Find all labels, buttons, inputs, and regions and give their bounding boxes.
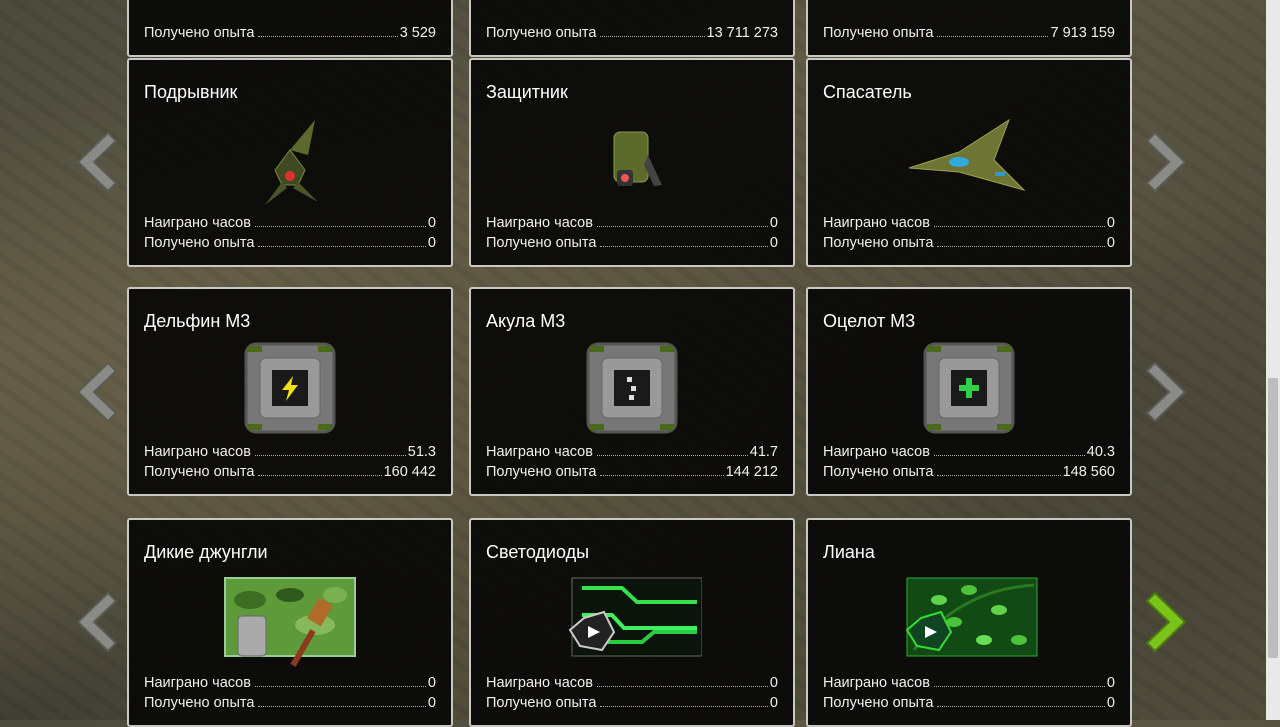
stats-card: Оцелот М3 Наиграно часов 40.3 Получено оп… — [806, 287, 1132, 496]
vertical-scrollbar[interactable] — [1266, 0, 1280, 720]
stats-card: Защитник Наиграно часов 0 Получено опыта 0 — [469, 58, 795, 267]
card-title: Спасатель — [823, 82, 912, 102]
card-title: Акула М3 — [486, 311, 566, 331]
stats-card: Получено опыта 13 711 273 — [469, 0, 795, 57]
card-title: Лиана — [823, 542, 875, 562]
card-title: Светодиоды — [486, 542, 590, 562]
card-title: Дикие джунгли — [144, 542, 268, 562]
paint-liana-icon — [905, 577, 1038, 657]
exp-stat: Получено опыта 0 — [823, 695, 1115, 711]
hours-stat: Наиграно часов 0 — [486, 215, 778, 231]
paint-jungle-icon — [224, 577, 356, 667]
next-arrow-icon[interactable] — [1145, 131, 1193, 193]
exp-stat: Получено опыта 0 — [486, 235, 778, 251]
exp-stat: Получено опыта 0 — [144, 695, 436, 711]
module-plus-icon — [923, 342, 1015, 434]
hours-stat: Наиграно часов 0 — [144, 215, 436, 231]
stats-card: Светодиоды Наиграно часов 0 Получено опыт… — [469, 518, 795, 727]
exp-stat: Получено опыта 0 — [823, 235, 1115, 251]
drone-bomber-icon — [265, 120, 318, 205]
card-title: Подрывник — [144, 82, 238, 102]
stats-card: Подрывник Наиграно часов 0 Получено опыта… — [127, 58, 453, 267]
stats-card: Акула М3 Наиграно часов 41.7 Получено опы… — [469, 287, 795, 496]
stats-card: Получено опыта 3 529 — [127, 0, 453, 57]
card-title: Защитник — [486, 82, 568, 102]
card-title: Оцелот М3 — [823, 311, 916, 331]
exp-stat: Получено опыта 13 711 273 — [486, 25, 778, 41]
drone-rescuer-icon — [908, 118, 1026, 191]
exp-stat: Получено опыта 0 — [144, 235, 436, 251]
exp-stat: Получено опыта 160 442 — [144, 464, 436, 480]
card-title: Дельфин М3 — [144, 311, 251, 331]
stats-card: Дикие джунгли Наиграно часов 0 Получено о… — [127, 518, 453, 727]
prev-arrow-icon[interactable] — [70, 591, 118, 653]
stats-card: Получено опыта 7 913 159 — [806, 0, 1132, 57]
scrollbar-thumb[interactable] — [1268, 378, 1278, 658]
hours-stat: Наиграно часов 0 — [144, 675, 436, 691]
hours-stat: Наиграно часов 41.7 — [486, 444, 778, 460]
exp-stat: Получено опыта 144 212 — [486, 464, 778, 480]
hours-stat: Наиграно часов 40.3 — [823, 444, 1115, 460]
drone-defender-icon — [613, 131, 662, 186]
prev-arrow-icon[interactable] — [70, 361, 118, 423]
module-dots-icon — [586, 342, 678, 434]
next-arrow-icon[interactable] — [1145, 361, 1193, 423]
exp-stat: Получено опыта 3 529 — [144, 25, 436, 41]
stats-card: Дельфин М3 Наиграно часов 51.3 Получено о… — [127, 287, 453, 496]
exp-stat: Получено опыта 7 913 159 — [823, 25, 1115, 41]
exp-stat: Получено опыта 148 560 — [823, 464, 1115, 480]
paint-led-icon — [568, 577, 702, 657]
stats-card: Спасатель Наиграно часов 0 Получено опыта… — [806, 58, 1132, 267]
next-arrow-icon[interactable] — [1145, 591, 1193, 653]
prev-arrow-icon[interactable] — [70, 131, 118, 193]
hours-stat: Наиграно часов 0 — [823, 675, 1115, 691]
module-lightning-icon — [244, 342, 336, 434]
stats-card: Лиана Наиграно часов 0 Получено опыта 0 — [806, 518, 1132, 727]
hours-stat: Наиграно часов 0 — [486, 675, 778, 691]
hours-stat: Наиграно часов 51.3 — [144, 444, 436, 460]
hours-stat: Наиграно часов 0 — [823, 215, 1115, 231]
exp-stat: Получено опыта 0 — [486, 695, 778, 711]
